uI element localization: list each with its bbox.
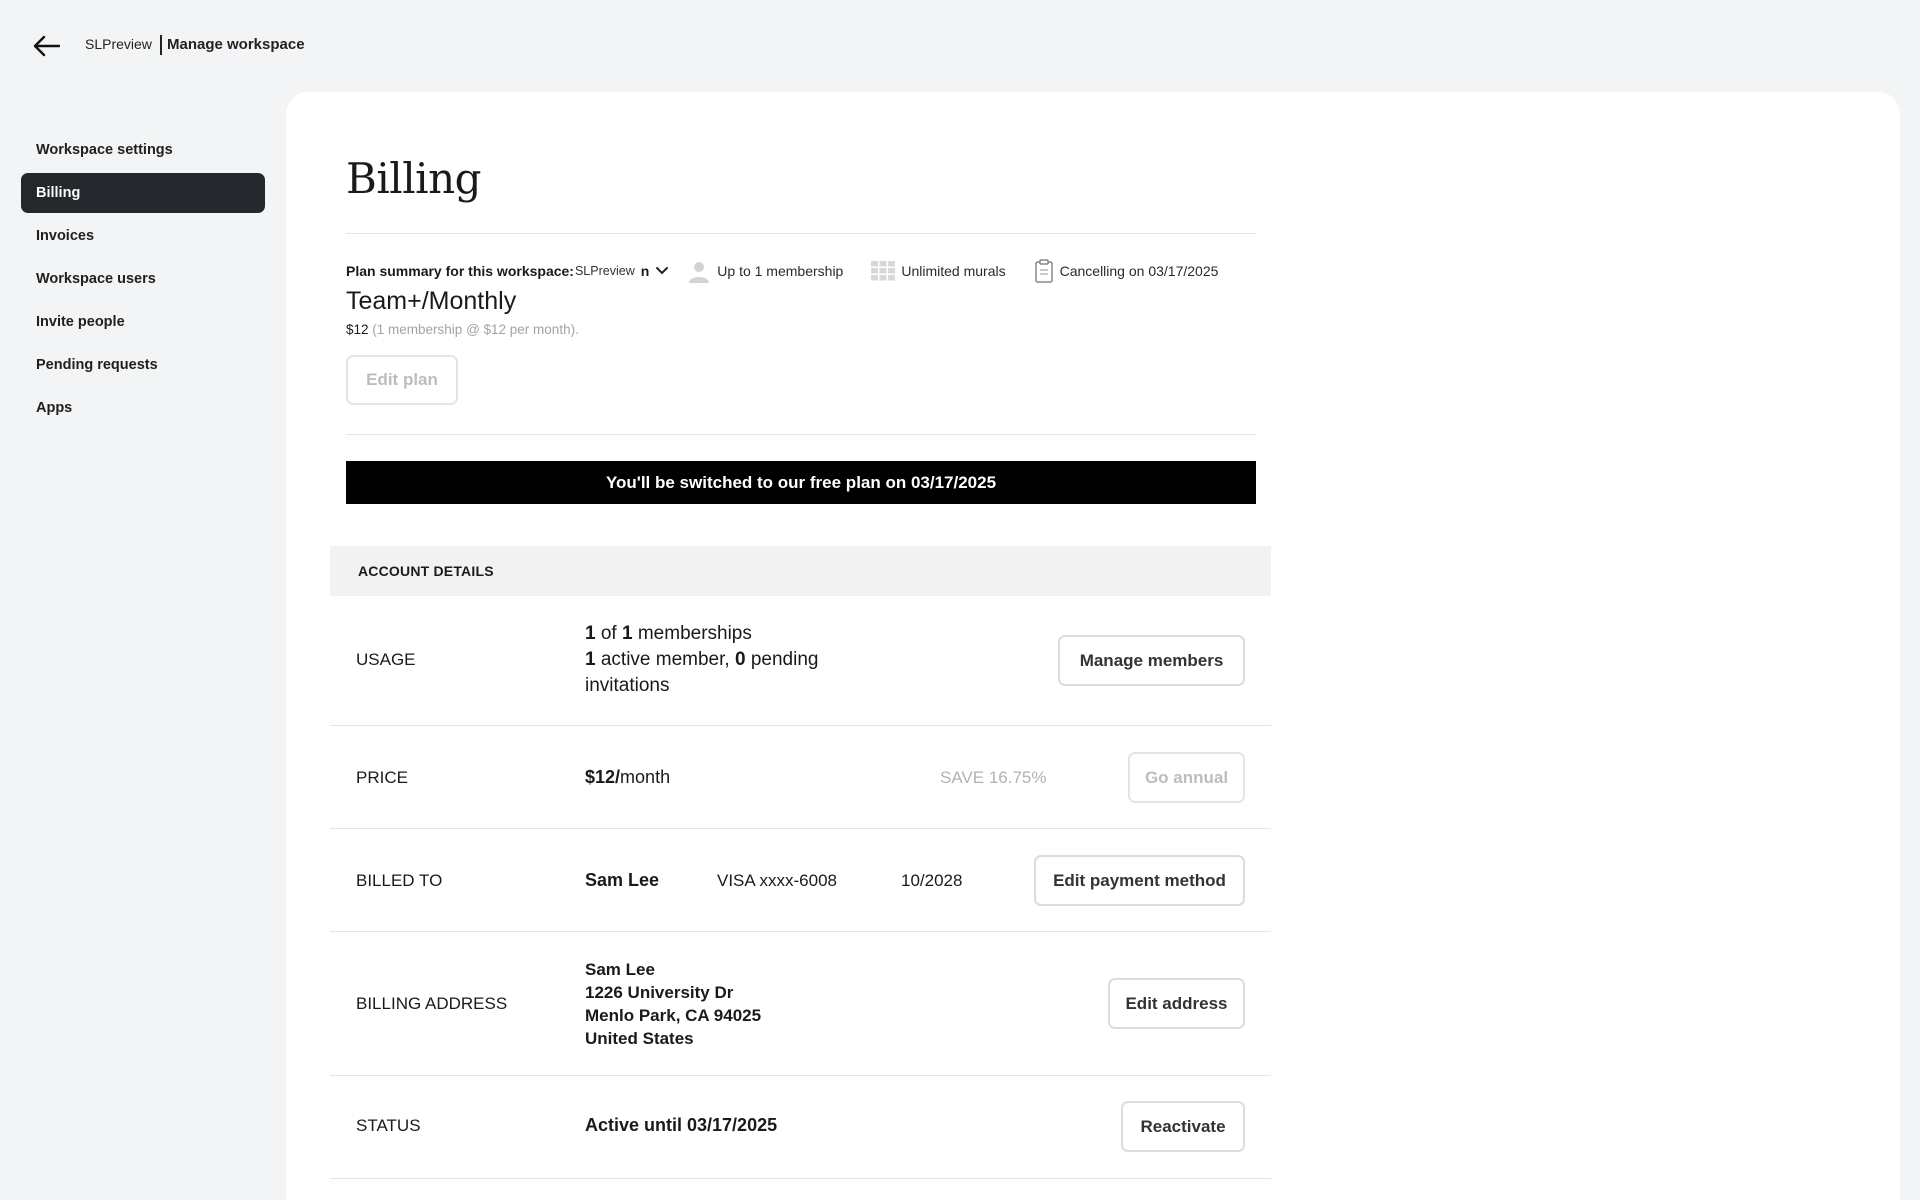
billing-address-label: BILLING ADDRESS [356,994,508,1013]
plan-summary-workspace: SLPreview [574,264,635,278]
sidebar-item-invoices[interactable]: Invoices [21,216,265,256]
billed-to-name: Sam Lee [585,870,660,890]
billing-address-value: Sam Lee 1226 University Dr Menlo Park, C… [585,958,761,1050]
feature-cancelling: Cancelling on 03/17/2025 [1034,259,1219,283]
save-percentage: SAVE 16.75% [940,768,1047,787]
breadcrumb-workspace[interactable]: SLPreview [85,36,152,52]
feature-membership: Up to 1 membership [687,259,843,283]
feature-murals: Unlimited murals [871,261,1006,281]
price-value: $12/month [585,767,670,788]
billing-address-row: BILLING ADDRESS Sam Lee 1226 University … [330,932,1271,1076]
feature-membership-label: Up to 1 membership [717,263,844,279]
sidebar-item-pending-requests[interactable]: Pending requests [21,345,265,385]
usage-used: 1 [585,623,596,644]
plan-price-amount: $12 [346,322,369,337]
sidebar-item-apps[interactable]: Apps [21,388,265,428]
plan-summary: Plan summary for this workspace: SLPrevi… [346,257,1256,285]
reactivate-button[interactable]: Reactivate [1121,1101,1245,1152]
breadcrumb-page-title: Manage workspace [167,36,305,53]
breadcrumb-separator [160,35,162,55]
feature-murals-label: Unlimited murals [901,263,1006,279]
sidebar: Workspace settings Billing Invoices Work… [21,130,265,431]
feature-cancelling-label: Cancelling on 03/17/2025 [1059,263,1219,279]
price-label: PRICE [356,768,408,787]
status-label: STATUS [356,1116,421,1135]
usage-active-count: 1 [585,649,596,670]
chevron-down-icon[interactable] [655,266,669,276]
status-row: STATUS Active until 03/17/2025 Reactivat… [330,1076,1271,1179]
user-icon [689,262,710,283]
status-value: Active until 03/17/2025 [585,1115,778,1135]
address-line-4: United States [585,1029,694,1048]
grid-icon [871,261,896,281]
price-amount: $12/ [585,767,621,787]
card-number: VISA xxxx-6008 [717,871,838,890]
plan-price: $12 (1 membership @ $12 per month). [346,322,579,337]
usage-active-text: active member, [595,649,735,670]
back-arrow-icon[interactable] [28,30,64,62]
account-details-heading: ACCOUNT DETAILS [330,546,1271,596]
usage-memberships-text: memberships [632,623,752,644]
plan-price-detail: (1 membership @ $12 per month). [368,322,579,337]
usage-pending-count: 0 [734,649,746,670]
top-bar: SLPreview Manage workspace [0,0,1920,92]
usage-label: USAGE [356,650,416,669]
free-plan-banner: You'll be switched to our free plan on 0… [346,461,1256,504]
sidebar-item-billing[interactable]: Billing [21,173,265,213]
usage-total: 1 [621,623,633,644]
usage-of-text: of [595,623,622,644]
plan-summary-extra: n [640,263,650,279]
sidebar-item-workspace-settings[interactable]: Workspace settings [21,130,265,170]
main-card: Billing Plan summary for this workspace:… [286,92,1900,1200]
address-line-3: Menlo Park, CA 94025 [585,1006,762,1025]
usage-row: USAGE 1 of 1 memberships 1 active member… [330,596,1271,726]
usage-value: 1 of 1 memberships 1 active member, 0 pe… [585,621,875,699]
manage-members-button[interactable]: Manage members [1058,635,1245,686]
clipboard-icon [1034,259,1053,283]
go-annual-button[interactable]: Go annual [1128,752,1245,803]
price-row: PRICE $12/month SAVE 16.75% Go annual [330,726,1271,829]
edit-plan-button[interactable]: Edit plan [346,355,458,405]
edit-address-button[interactable]: Edit address [1108,978,1245,1029]
sidebar-item-workspace-users[interactable]: Workspace users [21,259,265,299]
card-expiry: 10/2028 [901,871,963,890]
page-title: Billing [346,154,482,203]
edit-payment-method-button[interactable]: Edit payment method [1034,855,1245,906]
billed-to-row: BILLED TO Sam Lee VISA xxxx-6008 10/2028… [330,829,1271,932]
divider [346,233,1256,234]
plan-name: Team+/Monthly [346,287,517,315]
sidebar-item-invite-people[interactable]: Invite people [21,302,265,342]
price-period: month [620,767,671,787]
divider [346,434,1256,435]
billed-to-label: BILLED TO [356,871,443,890]
plan-summary-label: Plan summary for this workspace: [346,263,574,279]
address-line-2: 1226 University Dr [585,983,734,1002]
address-line-1: Sam Lee [585,960,655,979]
